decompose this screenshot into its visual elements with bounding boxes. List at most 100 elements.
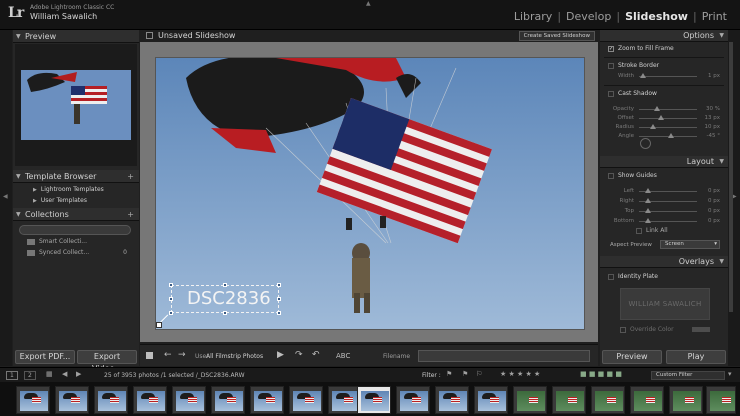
filmstrip-thumb-selected[interactable] xyxy=(357,386,391,414)
options-panel-header[interactable]: Options ▼ xyxy=(600,30,728,42)
resize-handle[interactable] xyxy=(277,311,281,315)
center-header: Unsaved Slideshow Create Saved Slideshow xyxy=(140,30,598,42)
show-guides-checkbox[interactable]: Show Guides xyxy=(608,172,657,179)
filmstrip-thumb[interactable] xyxy=(669,386,703,414)
filmstrip-thumb[interactable] xyxy=(250,386,284,414)
right-panel: Options ▼ ✓ Zoom to Fill Frame Stroke Bor… xyxy=(600,30,728,366)
primary-window-button[interactable]: 1 xyxy=(6,371,18,380)
zoom-to-fill-checkbox[interactable]: ✓ Zoom to Fill Frame xyxy=(608,45,674,52)
slider-knob[interactable] xyxy=(650,124,656,129)
preview-button[interactable]: Preview xyxy=(602,350,662,364)
slider-knob[interactable] xyxy=(645,208,651,213)
slider-knob[interactable] xyxy=(645,198,651,203)
slide-photo[interactable]: DSC2836 xyxy=(155,57,585,330)
filmstrip-thumb[interactable] xyxy=(474,386,508,414)
template-folder-lightroom[interactable]: ▶ Lightroom Templates xyxy=(33,186,104,193)
resize-handle[interactable] xyxy=(277,297,281,301)
anchor-point[interactable] xyxy=(156,322,162,328)
collections-filter-input[interactable] xyxy=(19,225,131,235)
filmstrip-thumb[interactable] xyxy=(133,386,167,414)
identity-plate-preview[interactable]: WILLIAM SAWALICH xyxy=(620,288,710,320)
create-saved-slideshow-button[interactable]: Create Saved Slideshow xyxy=(518,31,595,41)
next-slide-icon[interactable]: → xyxy=(178,350,186,360)
slider-knob[interactable] xyxy=(668,133,674,138)
flag-filter-icon[interactable]: ⚑ xyxy=(446,370,452,378)
filmstrip-thumb[interactable] xyxy=(435,386,469,414)
filmstrip-thumb[interactable] xyxy=(16,386,50,414)
filmstrip-thumb[interactable] xyxy=(211,386,245,414)
add-text-button[interactable]: ABC xyxy=(336,352,350,360)
filmstrip-thumb[interactable] xyxy=(55,386,89,414)
flag-filter-icon[interactable]: ⚐ xyxy=(476,370,482,378)
angle-dial-icon[interactable] xyxy=(640,138,651,149)
collection-smart[interactable]: Smart Collecti... xyxy=(19,238,131,245)
play-button[interactable]: Play xyxy=(666,350,726,364)
play-preview-icon[interactable]: ▶ xyxy=(277,350,284,360)
preview-panel-header[interactable]: ▼ Preview xyxy=(13,30,139,43)
override-color-checkbox[interactable]: Override Color xyxy=(620,326,674,333)
filmstrip-thumb[interactable] xyxy=(630,386,664,414)
filmstrip-thumb[interactable] xyxy=(396,386,430,414)
slider-knob[interactable] xyxy=(640,73,646,78)
custom-text-input[interactable] xyxy=(418,350,590,362)
resize-handle[interactable] xyxy=(169,297,173,301)
module-slideshow[interactable]: Slideshow xyxy=(620,10,693,23)
template-folder-user[interactable]: ▶ User Templates xyxy=(33,197,87,204)
slider-knob[interactable] xyxy=(658,115,664,120)
resize-handle[interactable] xyxy=(169,283,173,287)
aspect-preview-dropdown[interactable]: Screen ▾ xyxy=(660,240,720,249)
collection-synced[interactable]: Synced Collect... 0 xyxy=(19,249,131,256)
resize-handle[interactable] xyxy=(277,283,281,287)
export-pdf-button[interactable]: Export PDF... xyxy=(15,350,75,364)
left-panel-toggle[interactable]: ◀ xyxy=(0,30,12,366)
use-source-dropdown[interactable]: All Filmstrip Photos xyxy=(206,353,263,360)
checkbox-icon xyxy=(608,90,614,97)
grid-view-icon[interactable]: ▦ xyxy=(46,370,53,378)
slider-knob[interactable] xyxy=(645,218,651,223)
module-develop[interactable]: Develop xyxy=(561,10,616,23)
slideshow-icon xyxy=(146,32,153,39)
slider-knob[interactable] xyxy=(645,188,651,193)
collapse-top-icon[interactable]: ▲ xyxy=(366,0,371,7)
resize-handle[interactable] xyxy=(223,283,227,287)
resize-handle[interactable] xyxy=(169,311,173,315)
custom-filter-dropdown[interactable]: Custom Filter xyxy=(651,371,725,380)
flag-filter-icon[interactable]: ⚑ xyxy=(462,370,468,378)
filmstrip-thumb[interactable] xyxy=(94,386,128,414)
rating-filter-icon[interactable]: ★ ★ ★ ★ ★ xyxy=(500,370,540,378)
rotate-clockwise-icon[interactable]: ↷ xyxy=(295,350,303,360)
layout-panel-header[interactable]: Layout ▼ xyxy=(600,156,728,168)
filmstrip-thumb[interactable] xyxy=(552,386,586,414)
export-video-button[interactable]: Export Video... xyxy=(77,350,137,373)
rotate-counterclockwise-icon[interactable]: ↶ xyxy=(312,350,320,360)
stop-button[interactable] xyxy=(146,352,153,359)
secondary-window-button[interactable]: 2 xyxy=(24,371,36,380)
template-browser-header[interactable]: ▼ Template Browser + xyxy=(13,170,139,183)
back-icon[interactable]: ◀ xyxy=(62,370,67,378)
module-print[interactable]: Print xyxy=(697,10,732,23)
link-all-checkbox[interactable]: Link All xyxy=(636,227,668,234)
identity-plate-checkbox[interactable]: Identity Plate xyxy=(608,273,658,280)
resize-handle[interactable] xyxy=(223,311,227,315)
module-library[interactable]: Library xyxy=(509,10,557,23)
collections-header[interactable]: ▼ Collections + xyxy=(13,208,139,221)
color-label-filter-icon[interactable]: ■ ■ ■ ■ ■ xyxy=(580,370,622,378)
filmstrip-thumb[interactable] xyxy=(591,386,625,414)
add-collection-icon[interactable]: + xyxy=(127,208,134,221)
identity-text-overlay[interactable]: DSC2836 xyxy=(169,283,281,315)
stroke-border-checkbox[interactable]: Stroke Border xyxy=(608,62,659,69)
cast-shadow-checkbox[interactable]: Cast Shadow xyxy=(608,90,657,97)
add-template-icon[interactable]: + xyxy=(127,170,134,183)
filter-lock-icon[interactable]: ▾ xyxy=(728,370,732,378)
right-panel-scrollbar[interactable] xyxy=(729,42,733,312)
filmstrip-thumb[interactable] xyxy=(706,386,736,414)
forward-icon[interactable]: ▶ xyxy=(76,370,81,378)
filmstrip-thumb[interactable] xyxy=(172,386,206,414)
previous-slide-icon[interactable]: ← xyxy=(164,350,172,360)
filmstrip-source-info[interactable]: 25 of 3953 photos /1 selected /_DSC2836.… xyxy=(104,372,245,379)
slider-knob[interactable] xyxy=(654,106,660,111)
filmstrip-thumb[interactable] xyxy=(513,386,547,414)
override-color-swatch[interactable] xyxy=(692,327,710,332)
filmstrip-thumb[interactable] xyxy=(289,386,323,414)
overlays-panel-header[interactable]: Overlays ▼ xyxy=(600,256,728,268)
